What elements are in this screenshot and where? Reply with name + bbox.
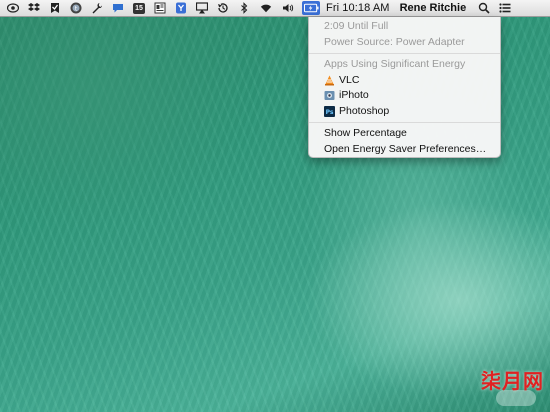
menubar-clock[interactable]: Fri 10:18 AM: [326, 2, 390, 14]
checkmark-icon[interactable]: [48, 2, 62, 15]
speech-bubble-icon[interactable]: [111, 2, 125, 15]
wifi-icon[interactable]: [258, 2, 274, 15]
desktop: { "menubar": { "clock": "Fri 10:18 AM", …: [0, 0, 550, 412]
photoshop-icon: Ps: [324, 105, 335, 117]
menu-separator: [309, 122, 500, 123]
spotlight-icon[interactable]: [477, 2, 491, 15]
vlc-icon: [324, 75, 335, 86]
watermark: 柒月网: [481, 369, 544, 393]
menu-app-vlc[interactable]: VLC: [309, 73, 500, 89]
menu-bar: t 15 Fri 10:18 AM Rene Ritchie: [0, 0, 550, 17]
menu-separator: [309, 53, 500, 54]
battery-icon[interactable]: [302, 1, 320, 15]
dropbox-icon[interactable]: [27, 2, 41, 15]
menu-app-photoshop[interactable]: Ps Photoshop: [309, 104, 500, 120]
menu-apps-header: Apps Using Significant Energy: [324, 58, 466, 70]
menu-app-label: iPhoto: [339, 89, 369, 101]
app-icon[interactable]: [174, 2, 188, 15]
menu-time-remaining: 2:09 Until Full: [324, 20, 389, 32]
notification-center-icon[interactable]: [498, 2, 512, 15]
battery-menu: 2:09 Until Full Power Source: Power Adap…: [308, 17, 501, 158]
menu-power-source: Power Source: Power Adapter: [324, 35, 465, 48]
bluetooth-icon[interactable]: [237, 2, 251, 15]
wrench-icon[interactable]: [90, 2, 104, 15]
calendar-day: 15: [133, 2, 145, 14]
eye-icon[interactable]: [6, 2, 20, 15]
pdf-icon[interactable]: [153, 2, 167, 15]
time-machine-icon[interactable]: [216, 2, 230, 15]
menu-app-label: Photoshop: [339, 104, 390, 117]
menubar-user[interactable]: Rene Ritchie: [400, 2, 467, 14]
menu-app-label: VLC: [339, 73, 360, 86]
svg-text:Ps: Ps: [326, 109, 334, 116]
airplay-icon[interactable]: [195, 2, 209, 15]
calendar-icon[interactable]: 15: [132, 2, 146, 15]
menu-app-iphoto[interactable]: iPhoto: [309, 88, 500, 104]
menu-show-percentage[interactable]: Show Percentage: [309, 126, 500, 142]
tweetbot-icon[interactable]: t: [69, 2, 83, 15]
volume-icon[interactable]: [281, 2, 295, 15]
iphoto-icon: [324, 90, 335, 101]
menu-energy-saver-prefs[interactable]: Open Energy Saver Preferences…: [309, 142, 500, 158]
